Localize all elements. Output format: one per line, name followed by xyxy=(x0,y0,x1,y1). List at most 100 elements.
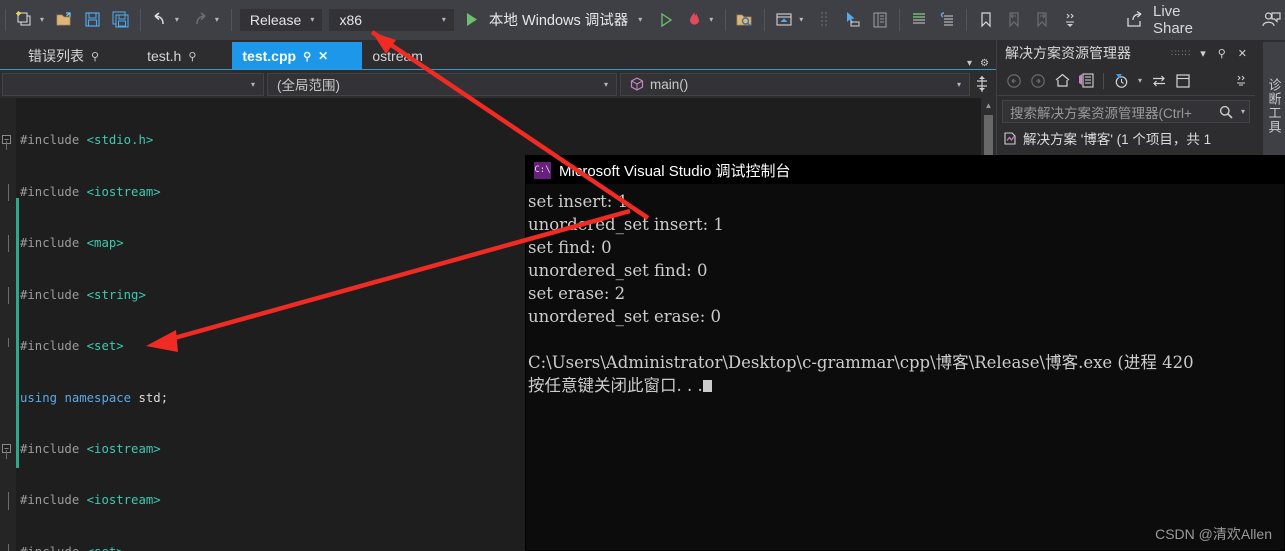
start-debugging-label: 本地 Windows 调试器 xyxy=(488,13,629,29)
chevron-down-icon[interactable]: ▾ xyxy=(953,73,965,95)
toolbar-divider xyxy=(725,8,727,31)
save-icon xyxy=(82,9,104,31)
pointer-select-button[interactable] xyxy=(838,6,866,34)
solution-configuration-combo[interactable]: Release ▾ xyxy=(238,7,324,32)
solution-explorer-icon[interactable] xyxy=(1075,70,1097,92)
find-in-files-button[interactable] xyxy=(731,6,759,34)
pin-icon[interactable]: ⚲ xyxy=(91,50,99,63)
preview-window-button[interactable]: ▾ xyxy=(770,6,810,34)
tab-settings-gear-icon[interactable]: ⚙ xyxy=(980,58,989,69)
console-line: C:\Users\Administrator\Desktop\c-grammar… xyxy=(528,353,1194,372)
chevron-down-icon[interactable]: ▾ xyxy=(705,9,717,31)
split-view-button[interactable] xyxy=(973,75,991,93)
toolbar-divider xyxy=(764,8,766,31)
tree-item-solution-root[interactable]: 解决方案 '博客' (1 个项目，共 1 xyxy=(1003,128,1255,148)
pointer-select-icon xyxy=(841,9,863,31)
chevron-down-icon[interactable]: ▾ xyxy=(247,73,259,95)
pin-icon[interactable]: ⚲ xyxy=(303,50,311,63)
tab-label: test.h xyxy=(147,48,182,64)
tab-label: ostream xyxy=(372,48,423,64)
chevron-down-icon[interactable]: ▾ xyxy=(1134,70,1146,92)
project-scope-combo[interactable]: ▾ xyxy=(2,72,264,96)
save-all-button[interactable] xyxy=(107,6,135,34)
debug-console-window[interactable]: C:\ Microsoft Visual Studio 调试控制台 set in… xyxy=(525,155,1285,551)
tab-test-h[interactable]: test.h ⚲ xyxy=(137,42,206,70)
toggle-bookmark-button[interactable] xyxy=(972,6,1000,34)
tab-test-cpp[interactable]: test.cpp ⚲ ✕ xyxy=(232,42,363,70)
close-icon[interactable]: ✕ xyxy=(318,49,328,63)
back-icon[interactable] xyxy=(1003,70,1025,92)
tab-ostream[interactable]: ostream xyxy=(362,42,433,70)
chevron-down-icon[interactable]: ▾ xyxy=(171,9,183,31)
member-scope-combo[interactable]: main() ▾ xyxy=(620,72,970,96)
window-menu-chevron-icon[interactable]: ▾ xyxy=(1197,47,1209,60)
chevron-down-icon[interactable]: ▾ xyxy=(600,73,612,95)
tab-error-list[interactable]: 错误列表 ⚲ xyxy=(18,42,109,70)
chevron-down-icon[interactable]: ▾ xyxy=(36,9,48,31)
account-button[interactable] xyxy=(1257,6,1285,34)
uncomment-button[interactable] xyxy=(933,6,961,34)
preview-window-icon xyxy=(773,9,795,31)
console-line: set find: 0 xyxy=(528,238,612,257)
open-file-button[interactable] xyxy=(51,6,79,34)
next-bookmark-button[interactable] xyxy=(1028,6,1056,34)
console-line: unordered_set insert: 1 xyxy=(528,215,724,234)
pin-icon[interactable]: ⚲ xyxy=(188,50,196,63)
pending-changes-icon[interactable] xyxy=(1110,70,1132,92)
comment-button[interactable] xyxy=(905,6,933,34)
toolbar-divider xyxy=(230,8,232,31)
tab-list-chevron-icon[interactable]: ▾ xyxy=(967,58,972,69)
tab-label: test.cpp xyxy=(242,48,297,64)
toolbar-divider xyxy=(1103,72,1104,89)
scroll-up-arrow-icon[interactable]: ▲ xyxy=(981,98,996,113)
solution-explorer-search[interactable]: 搜索解决方案资源管理器(Ctrl+ ▾ xyxy=(1002,100,1250,123)
toolbar-divider xyxy=(5,8,6,31)
start-debug-icon xyxy=(461,9,483,31)
grip-dots-icon xyxy=(813,9,835,31)
live-share-icon xyxy=(1124,9,1145,31)
dots-handle xyxy=(810,6,838,34)
diagnostic-tools-tab[interactable]: 诊断工具 xyxy=(1263,42,1285,170)
collapse-all-icon[interactable] xyxy=(1172,70,1194,92)
redo-icon xyxy=(189,9,211,31)
member-scope-text: main() xyxy=(630,77,688,92)
scrollbar-thumb[interactable] xyxy=(984,115,993,160)
chevron-down-icon[interactable]: ▾ xyxy=(634,9,646,31)
prev-bookmark-button[interactable] xyxy=(1000,6,1028,34)
console-line: 按任意键关闭此窗口. . . xyxy=(528,376,703,395)
chevron-down-icon[interactable]: ▾ xyxy=(211,9,223,31)
redo-button[interactable]: ▾ xyxy=(186,6,226,34)
live-share-button[interactable]: Live Share xyxy=(1118,3,1227,37)
chevron-down-icon[interactable]: ▾ xyxy=(306,9,318,31)
save-button[interactable] xyxy=(79,6,107,34)
type-scope-combo[interactable]: (全局范围) ▾ xyxy=(267,72,617,96)
undo-button[interactable]: ▾ xyxy=(146,6,186,34)
tab-label: 错误列表 xyxy=(28,48,84,64)
diagnostic-tools-label: 诊断工具 xyxy=(1266,78,1282,134)
hot-reload-button[interactable]: ▾ xyxy=(680,6,720,34)
start-without-debugging-button[interactable] xyxy=(652,6,680,34)
solution-configuration-label: Release xyxy=(249,11,302,28)
start-debugging-button[interactable]: 本地 Windows 调试器 ▾ xyxy=(455,9,652,31)
chevron-down-icon[interactable]: ▾ xyxy=(1237,101,1249,123)
chevron-down-icon[interactable]: ▾ xyxy=(795,9,807,31)
more-icon[interactable] xyxy=(1235,70,1249,92)
pin-icon[interactable]: ⚲ xyxy=(1215,47,1229,60)
home-icon[interactable] xyxy=(1051,70,1073,92)
forward-icon[interactable] xyxy=(1027,70,1049,92)
window-layout-button[interactable] xyxy=(866,6,894,34)
console-cursor xyxy=(702,380,712,392)
sync-icon[interactable] xyxy=(1148,70,1170,92)
chevron-down-icon[interactable]: ▾ xyxy=(438,9,450,31)
live-share-label: Live Share xyxy=(1152,2,1194,37)
solution-explorer-tree[interactable]: 解决方案 '博客' (1 个项目，共 1 xyxy=(997,128,1255,148)
close-icon[interactable]: ✕ xyxy=(1235,47,1250,60)
search-input-placeholder[interactable]: 搜索解决方案资源管理器(Ctrl+ xyxy=(1010,102,1215,122)
solution-file-icon xyxy=(1003,131,1018,146)
solution-platform-combo[interactable]: x86 ▾ xyxy=(328,7,455,32)
toolbar-overflow-button[interactable] xyxy=(1056,6,1084,34)
cube-icon xyxy=(630,77,644,91)
editor-navigation-bar: ▾ (全局范围) ▾ main() ▾ xyxy=(0,70,996,98)
search-icon[interactable] xyxy=(1215,104,1237,120)
new-item-button[interactable]: ▾ xyxy=(11,6,51,34)
